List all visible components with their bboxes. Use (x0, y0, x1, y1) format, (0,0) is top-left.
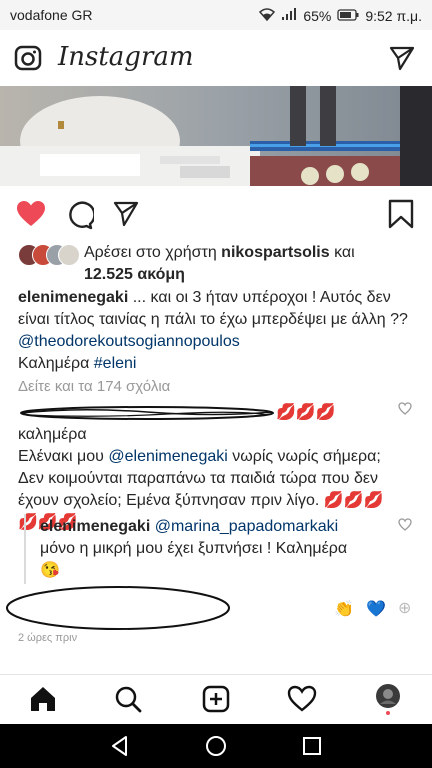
liker-username[interactable]: nikospartsolis (221, 244, 329, 261)
comment-like-icon[interactable] (398, 402, 412, 418)
battery-level: 65% (303, 7, 332, 24)
heart-outline-icon[interactable] (286, 683, 318, 715)
redacted-username (18, 404, 276, 422)
carrier-name: vodafone GR (10, 7, 93, 23)
comment: 💋💋💋 καλημέρα Ελένακι μου @elenimenegaki … (18, 402, 388, 534)
home-circle-icon[interactable] (204, 734, 228, 758)
post-caption: elenimenegaki ... και οι 3 ήταν υπέροχοι… (18, 287, 418, 375)
search-icon[interactable] (112, 683, 144, 715)
reply-username[interactable]: elenimenegaki (40, 518, 150, 535)
post-photo[interactable] (0, 86, 432, 186)
send-icon[interactable] (388, 44, 416, 77)
likes-prefix: Αρέσει στο χρήστη (84, 244, 222, 261)
reply-text: μόνο η μικρή μου έχει ξυπνήσει ! Καλημέρ… (40, 540, 348, 557)
bookmark-icon[interactable] (388, 199, 414, 234)
home-icon[interactable] (27, 683, 59, 715)
battery-icon (337, 8, 359, 24)
comment-icon[interactable] (64, 200, 96, 235)
signal-icon (281, 7, 297, 24)
caption-hashtag[interactable]: #eleni (94, 355, 137, 372)
post-timestamp: 2 ώρες πριν (18, 632, 78, 644)
clap-emoji[interactable]: 👏 (334, 599, 354, 619)
bottom-nav (0, 674, 432, 723)
add-icon[interactable] (200, 683, 232, 715)
lips-emoji: 💋💋💋 (276, 404, 336, 421)
wifi-icon (259, 7, 276, 24)
view-all-comments-link[interactable]: Δείτε και τα 174 σχόλια (18, 378, 170, 395)
app-logo: Instagram (58, 42, 194, 72)
profile-avatar[interactable] (372, 683, 404, 715)
share-icon[interactable] (112, 200, 140, 233)
recents-icon[interactable] (300, 734, 324, 758)
post-actions (0, 192, 432, 236)
status-bar: vodafone GR 65% 9:52 π.μ. (0, 0, 432, 30)
caption-username[interactable]: elenimenegaki (18, 289, 128, 306)
liker-avatars (18, 244, 80, 266)
likes-count[interactable]: 12.525 ακόμη (84, 266, 185, 283)
clock: 9:52 π.μ. (365, 7, 422, 24)
heart-icon[interactable] (16, 200, 46, 233)
likes-and: και (329, 244, 355, 261)
caption-greeting: Καλημέρα (18, 355, 94, 372)
kiss-emoji: 😘 (40, 562, 60, 579)
comment-reply: elenimenegaki @marina_papadomarkaki μόνο… (40, 516, 390, 582)
blue-heart-emoji[interactable]: 💙 (366, 599, 386, 619)
camera-icon[interactable] (14, 44, 42, 77)
redacted-area (4, 584, 232, 632)
caption-mention[interactable]: @theodorekoutsogiannopoulos (18, 333, 240, 350)
system-nav-bar (0, 724, 432, 768)
add-reaction-icon[interactable]: ⊕ (398, 598, 411, 618)
comment-like-icon[interactable] (398, 518, 412, 534)
app-header: Instagram (0, 30, 432, 86)
reply-mention[interactable]: @marina_papadomarkaki (155, 518, 338, 535)
comment-mention[interactable]: @elenimenegaki (108, 448, 227, 465)
thread-line (24, 514, 26, 584)
avatar (58, 244, 80, 266)
back-icon[interactable] (108, 734, 132, 758)
comment-text: Ελένακι μου (18, 448, 109, 465)
comment-text: καλημέρα (18, 426, 87, 443)
